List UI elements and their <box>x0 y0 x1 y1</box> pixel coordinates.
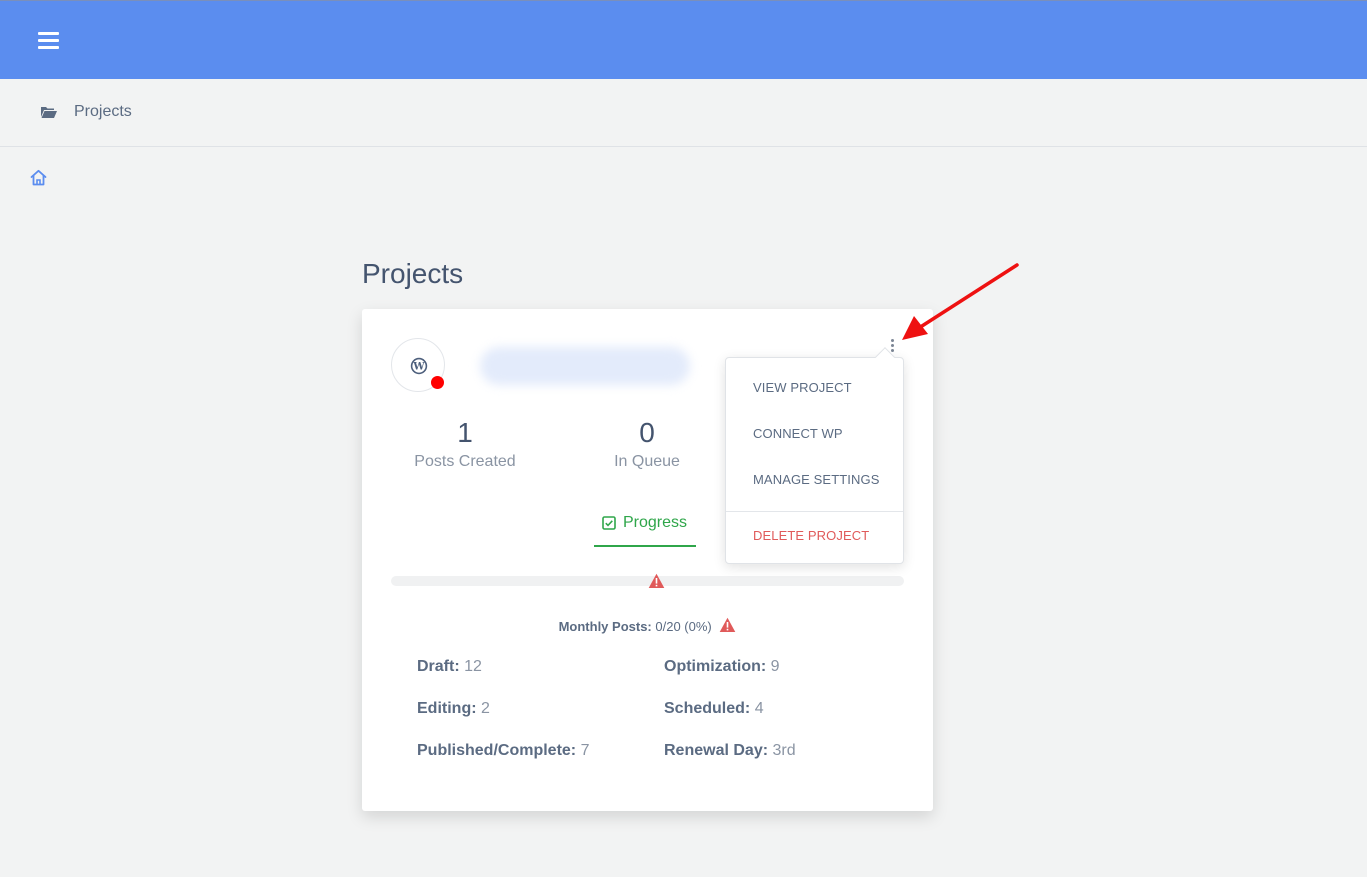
detail-value: 3rd <box>772 742 796 759</box>
tab-progress-label: Progress <box>623 514 688 531</box>
menu-item-view-project[interactable]: VIEW PROJECT <box>726 368 903 408</box>
monthly-posts-label: Monthly Posts: <box>558 619 652 634</box>
menu-item-connect-wp[interactable]: CONNECT WP <box>726 414 903 454</box>
detail-optimization: Optimization: 9 <box>664 658 780 676</box>
breadcrumb-projects[interactable]: Projects <box>74 103 132 121</box>
warning-icon <box>720 617 736 632</box>
checkbox-check-icon <box>602 516 616 530</box>
stat-posts-created: 1 Posts Created <box>385 417 545 471</box>
menu-item-manage-settings[interactable]: MANAGE SETTINGS <box>726 460 903 500</box>
detail-label: Published/Complete: <box>417 742 577 759</box>
tab-progress[interactable]: Progress <box>594 512 696 547</box>
detail-value: 12 <box>464 658 482 675</box>
stat-in-queue: 0 In Queue <box>567 417 727 471</box>
menu-divider <box>726 511 903 512</box>
monthly-posts: Monthly Posts: 0/20 (0%) <box>362 617 933 634</box>
stat-value: 0 <box>639 417 655 448</box>
svg-text:W: W <box>412 362 425 373</box>
home-icon[interactable] <box>30 169 47 186</box>
top-navbar <box>0 0 1367 79</box>
detail-label: Optimization: <box>664 658 767 675</box>
stat-label: Posts Created <box>414 453 516 470</box>
monthly-posts-value: 0/20 (0%) <box>655 619 712 634</box>
detail-editing: Editing: 2 <box>417 700 490 718</box>
detail-draft: Draft: 12 <box>417 658 482 676</box>
status-dot <box>431 376 444 389</box>
breadcrumb-bar: Projects <box>0 79 1367 147</box>
detail-renewal-day: Renewal Day: 3rd <box>664 742 796 760</box>
warning-icon <box>648 573 665 588</box>
project-avatar: W <box>391 338 445 392</box>
detail-published-complete: Published/Complete: 7 <box>417 742 589 760</box>
project-name-redacted <box>480 347 690 385</box>
folder-open-icon <box>41 107 57 118</box>
detail-value: 4 <box>754 700 764 717</box>
detail-label: Editing: <box>417 700 477 717</box>
hamburger-icon[interactable] <box>38 32 59 49</box>
wordpress-icon: W <box>410 357 428 375</box>
stat-label: In Queue <box>614 453 680 470</box>
detail-label: Draft: <box>417 658 460 675</box>
detail-label: Scheduled: <box>664 700 751 717</box>
menu-item-delete-project[interactable]: DELETE PROJECT <box>726 516 903 556</box>
project-actions-menu: VIEW PROJECT CONNECT WP MANAGE SETTINGS … <box>725 347 904 564</box>
detail-value: 7 <box>580 742 590 759</box>
stat-value: 1 <box>457 417 473 448</box>
detail-scheduled: Scheduled: 4 <box>664 700 764 718</box>
detail-value: 2 <box>481 700 490 717</box>
detail-label: Renewal Day: <box>664 742 769 759</box>
page-title: Projects <box>362 258 464 289</box>
detail-value: 9 <box>770 658 780 675</box>
